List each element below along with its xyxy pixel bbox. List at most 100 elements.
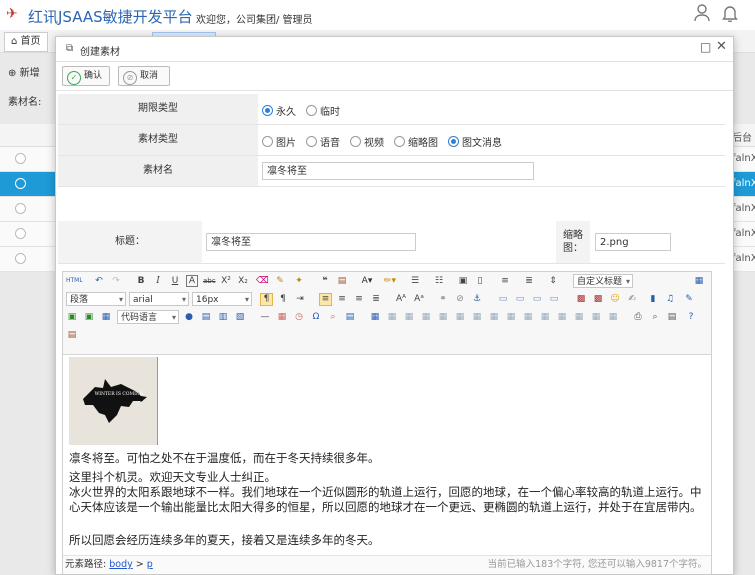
italic-icon[interactable]: I (152, 275, 164, 287)
inserted-image[interactable]: WINTER IS COMING (69, 357, 158, 445)
insert-paragraph-icon[interactable]: ▦ (403, 311, 415, 323)
subscript-icon[interactable]: X₂ (237, 275, 249, 287)
font-size-select[interactable]: 16px (192, 292, 252, 307)
user-icon[interactable] (694, 4, 710, 27)
type-option-voice[interactable]: 语音 (306, 134, 340, 149)
rtl-direction-icon[interactable]: ¶ (277, 293, 289, 305)
cell-props-icon[interactable]: ▦ (607, 311, 619, 323)
row-radio[interactable] (15, 203, 26, 214)
redo-icon[interactable]: ↷ (110, 275, 122, 287)
path-body-link[interactable]: body (109, 559, 133, 570)
lower-case-icon[interactable]: Aᵃ (413, 293, 425, 305)
underline-icon[interactable]: U (169, 275, 181, 287)
superscript-icon[interactable]: X² (220, 275, 232, 287)
special-chars-icon[interactable]: Ω (310, 311, 322, 323)
undo-icon[interactable]: ↶ (93, 275, 105, 287)
html-source-icon[interactable]: HTML (66, 275, 83, 287)
table-props-icon[interactable]: ▦ (590, 311, 602, 323)
add-button[interactable]: ⊕ 新增 (8, 64, 40, 79)
align-justify-icon[interactable]: ≣ (370, 293, 382, 305)
insert-col-icon[interactable]: ▦ (454, 311, 466, 323)
attachment-icon[interactable]: ✎ (683, 293, 695, 305)
line-height-icon[interactable]: ⇕ (547, 275, 559, 287)
background-icon[interactable]: ▤ (200, 311, 212, 323)
paste-plain-icon[interactable]: ▤ (336, 275, 348, 287)
insert-row-icon[interactable]: ▦ (420, 311, 432, 323)
row-spacing-top-icon[interactable]: ≡ (499, 275, 511, 287)
select-all-icon[interactable]: ▣ (457, 275, 469, 287)
insert-image-icon[interactable]: ▩ (592, 293, 604, 305)
material-name-input[interactable]: 凛冬将至 (262, 162, 534, 180)
scrawl-icon[interactable]: ✍ (626, 293, 638, 305)
page-break-icon[interactable]: ● (183, 311, 195, 323)
split-cols-icon[interactable]: ▦ (573, 311, 585, 323)
font-family-select[interactable]: arial (129, 292, 189, 307)
close-icon[interactable]: ✕ (716, 39, 727, 54)
code-language-select[interactable]: 代码语言 (117, 310, 179, 325)
confirm-button[interactable]: ✓ 确认 (62, 66, 110, 86)
row-radio[interactable] (15, 178, 26, 189)
gmap-icon[interactable]: ▣ (83, 311, 95, 323)
template-icon[interactable]: ▥ (217, 311, 229, 323)
clear-doc-icon[interactable]: ▯ (474, 275, 486, 287)
indent-icon[interactable]: ⇥ (294, 293, 306, 305)
upper-case-icon[interactable]: Aᴬ (395, 293, 407, 305)
bold-icon[interactable]: B (135, 275, 147, 287)
image-none-icon[interactable]: ▭ (497, 293, 509, 305)
tab-home[interactable]: ⌂ 首页 (4, 32, 48, 52)
thumbnail-input[interactable]: 2.png (595, 233, 671, 251)
insert-video-icon[interactable]: ▮ (647, 293, 659, 305)
music-icon[interactable]: ♫ (664, 293, 676, 305)
split-cells-icon[interactable]: ▦ (539, 311, 551, 323)
template-insert-icon[interactable]: ▤ (66, 329, 78, 341)
spechars-icon[interactable]: ▤ (344, 311, 356, 323)
time-icon[interactable]: ◷ (293, 311, 305, 323)
simple-upload-icon[interactable]: ▩ (575, 293, 587, 305)
title-input[interactable]: 凛冬将至 (206, 233, 416, 251)
font-color-icon[interactable]: A▾ (361, 275, 373, 287)
type-option-video[interactable]: 视频 (350, 134, 384, 149)
align-center-icon[interactable]: ≡ (336, 293, 348, 305)
anchor-icon[interactable]: ⚓ (471, 293, 483, 305)
link-icon[interactable]: ⚭ (437, 293, 449, 305)
period-option-permanent[interactable]: 永久 (262, 103, 296, 118)
delete-table-icon[interactable]: ▦ (386, 311, 398, 323)
type-option-thumbnail[interactable]: 缩略图 (394, 134, 438, 149)
help-icon[interactable]: ? (685, 311, 697, 323)
delete-row-icon[interactable]: ▦ (437, 311, 449, 323)
merge-cells-icon[interactable]: ▦ (488, 311, 500, 323)
row-radio[interactable] (15, 228, 26, 239)
type-option-news[interactable]: 图文消息 (448, 134, 502, 149)
ltr-direction-icon[interactable]: ¶ (260, 293, 273, 306)
fullscreen-icon[interactable]: ▦ (693, 275, 705, 287)
insert-table-icon[interactable]: ▦ (369, 311, 381, 323)
strikethrough-icon[interactable]: abc (203, 275, 216, 287)
row-radio[interactable] (15, 153, 26, 164)
auto-format-icon[interactable]: ✦ (293, 275, 305, 287)
font-border-icon[interactable]: A (186, 275, 198, 287)
align-left-icon[interactable]: ≡ (319, 293, 332, 306)
search-replace-icon[interactable]: ⌕ (327, 311, 339, 323)
split-rows-icon[interactable]: ▦ (556, 311, 568, 323)
wordimage-icon[interactable]: ▧ (234, 311, 246, 323)
ordered-list-icon[interactable]: ☰ (409, 275, 421, 287)
paragraph-select[interactable]: 段落 (66, 292, 126, 307)
emotion-icon[interactable]: ☺ (609, 293, 621, 305)
horizontal-rule-icon[interactable]: — (259, 311, 271, 323)
format-brush-icon[interactable]: ✎ (274, 275, 286, 287)
unordered-list-icon[interactable]: ☷ (433, 275, 445, 287)
merge-right-icon[interactable]: ▦ (505, 311, 517, 323)
drafts-icon[interactable]: ▤ (666, 311, 678, 323)
cancel-button[interactable]: ⊘ 取消 (118, 66, 170, 86)
eraser-icon[interactable]: ⌫ (256, 275, 269, 287)
editor-content[interactable]: WINTER IS COMING 凛冬将至。可怕之处不在于温度低，而在于冬天持续… (63, 355, 711, 554)
map-icon[interactable]: ▣ (66, 311, 78, 323)
merge-down-icon[interactable]: ▦ (522, 311, 534, 323)
row-spacing-bottom-icon[interactable]: ≣ (523, 275, 535, 287)
period-option-temporary[interactable]: 临时 (306, 103, 340, 118)
image-left-icon[interactable]: ▭ (514, 293, 526, 305)
print-icon[interactable]: ⎙ (632, 311, 644, 323)
bell-icon[interactable] (722, 4, 738, 27)
align-right-icon[interactable]: ≡ (353, 293, 365, 305)
image-center-icon[interactable]: ▭ (548, 293, 560, 305)
